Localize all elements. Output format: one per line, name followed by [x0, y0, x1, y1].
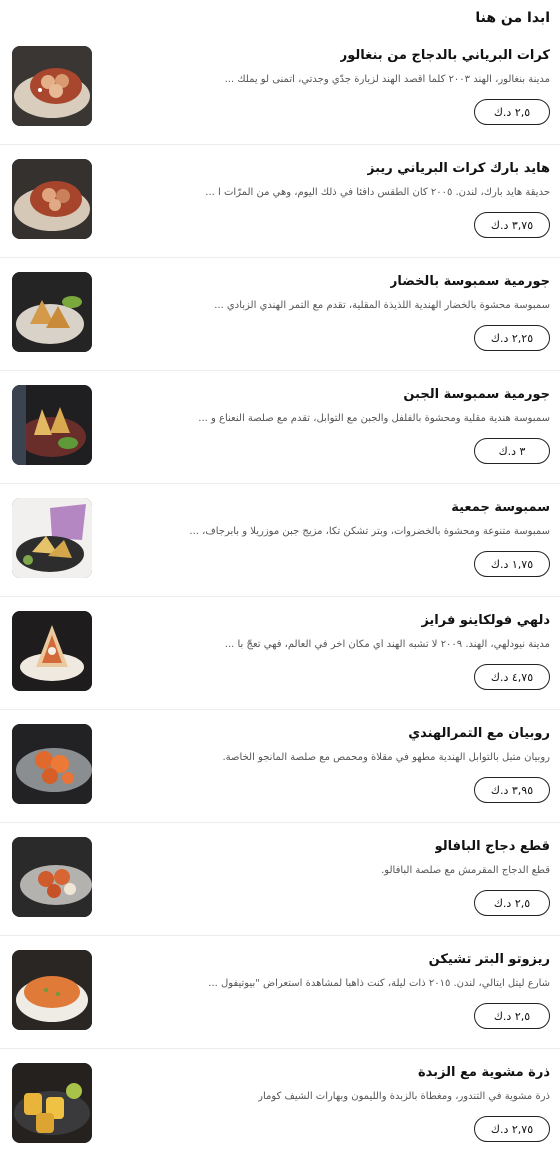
menu-item[interactable]: هايد بارك كرات البرياني ريبز حديقة هايد ب…	[0, 145, 560, 258]
add-to-cart-price-button[interactable]: ٢,٥ د.ك	[474, 890, 550, 916]
food-image	[12, 611, 92, 691]
item-description: ذرة مشوية في التندور، ومغطاة بالزبدة وال…	[258, 1091, 550, 1102]
item-name: جورمية سمبوسة بالخضار	[389, 274, 550, 289]
menu-item[interactable]: كرات البرياني بالدجاج من بنغالور مدينة بن…	[0, 32, 560, 145]
food-image	[12, 950, 92, 1030]
add-to-cart-price-button[interactable]: ٢,٢٥ د.ك	[474, 325, 550, 351]
item-description: سمبوسة هندية مقلية ومحشوة بالفلفل والجبن…	[198, 413, 550, 424]
menu-item[interactable]: روبيان مع التمرالهندي روبيان متبل بالتواب…	[0, 710, 560, 823]
add-to-cart-price-button[interactable]: ٢,٥ د.ك	[474, 99, 550, 125]
menu-item[interactable]: جورمية سمبوسة الجبن سمبوسة هندية مقلية وم…	[0, 371, 560, 484]
food-image	[12, 46, 92, 126]
food-image	[12, 837, 92, 917]
add-to-cart-price-button[interactable]: ٢,٥ د.ك	[474, 1003, 550, 1029]
tamarind-shrimp-icon[interactable]	[12, 724, 92, 804]
food-image	[12, 272, 92, 352]
section-title: ابدا من هنا	[475, 10, 550, 26]
menu-item[interactable]: ذرة مشوية مع الزبدة ذرة مشوية في التندور،…	[0, 1049, 560, 1162]
item-name: ريزوتو البتر تشيكن	[428, 952, 550, 967]
menu-item[interactable]: ريزوتو البتر تشيكن شارع ليتل ايتالي، لندن…	[0, 936, 560, 1049]
item-name: كرات البرياني بالدجاج من بنغالور	[339, 48, 550, 63]
add-to-cart-price-button[interactable]: ٣,٩٥ د.ك	[474, 777, 550, 803]
item-description: مدينة بنغالور، الهند ٢٠٠٣ كلّما أقصد اله…	[224, 74, 550, 85]
biryani-balls-icon[interactable]	[12, 46, 92, 126]
menu-list: كرات البرياني بالدجاج من بنغالور مدينة بن…	[0, 32, 560, 1162]
item-name: روبيان مع التمرالهندي	[408, 726, 550, 741]
buffalo-chicken-icon[interactable]	[12, 837, 92, 917]
vegetable-samosa-icon[interactable]	[12, 272, 92, 352]
menu-page: ابدا من هنا كرات البرياني بالدجاج من بنغ…	[0, 0, 560, 1158]
cheese-samosa-icon[interactable]	[12, 385, 92, 465]
grilled-corn-icon[interactable]	[12, 1063, 92, 1143]
item-description: روبيان متبل بالتوابل الهندية مطهو في مقل…	[222, 752, 551, 763]
add-to-cart-price-button[interactable]: ١,٧٥ د.ك	[474, 551, 550, 577]
item-description: حديقة هايد بارك، لندن. ٢٠٠٥ كان الطقس دا…	[205, 187, 550, 198]
menu-item[interactable]: سمبوسة جمعية سمبوسة متنوعة ومحشوة بالخضرو…	[0, 484, 560, 597]
item-name: جورمية سمبوسة الجبن	[403, 387, 550, 402]
menu-item[interactable]: جورمية سمبوسة بالخضار سمبوسة محشوة بالخضا…	[0, 258, 560, 371]
food-image	[12, 159, 92, 239]
food-image	[12, 1063, 92, 1143]
item-name: دلهي فولكاينو فرايز	[421, 613, 550, 628]
add-to-cart-price-button[interactable]: ٣,٧٥ د.ك	[474, 212, 550, 238]
butter-chicken-risotto-icon[interactable]	[12, 950, 92, 1030]
food-image	[12, 724, 92, 804]
item-description: سمبوسة متنوعة ومحشوة بالخضروات، وبتر تشك…	[189, 526, 550, 537]
add-to-cart-price-button[interactable]: ٢,٧٥ د.ك	[474, 1116, 550, 1142]
item-description: سمبوسة محشوة بالخضار الهندية اللذيذة الم…	[214, 300, 550, 311]
item-name: قطع دجاج البافالو	[434, 839, 550, 854]
item-name: هايد بارك كرات البرياني ريبز	[366, 161, 550, 176]
add-to-cart-price-button[interactable]: ٤,٧٥ د.ك	[474, 664, 550, 690]
item-description: شارع ليتل ايتالي، لندن. ٢٠١٥ ذات ليلة، ك…	[208, 978, 550, 989]
item-name: سمبوسة جمعية	[451, 500, 550, 515]
item-name: ذرة مشوية مع الزبدة	[417, 1065, 550, 1080]
menu-item[interactable]: قطع دجاج البافالو قطع الدجاج المقرمش مع ص…	[0, 823, 560, 936]
add-to-cart-price-button[interactable]: ٣ د.ك	[474, 438, 550, 464]
item-description: مدينة نيودلهي، الهند. ٢٠٠٩ لا تشبه الهند…	[224, 639, 550, 650]
food-image	[12, 385, 92, 465]
item-description: قطع الدجاج المقرمش مع صلصة البافالو.	[381, 865, 550, 876]
menu-item[interactable]: دلهي فولكاينو فرايز مدينة نيودلهي، الهند.…	[0, 597, 560, 710]
assorted-samosa-icon[interactable]	[12, 498, 92, 578]
volcano-fries-icon[interactable]	[12, 611, 92, 691]
biryani-ribs-icon[interactable]	[12, 159, 92, 239]
food-image	[12, 498, 92, 578]
